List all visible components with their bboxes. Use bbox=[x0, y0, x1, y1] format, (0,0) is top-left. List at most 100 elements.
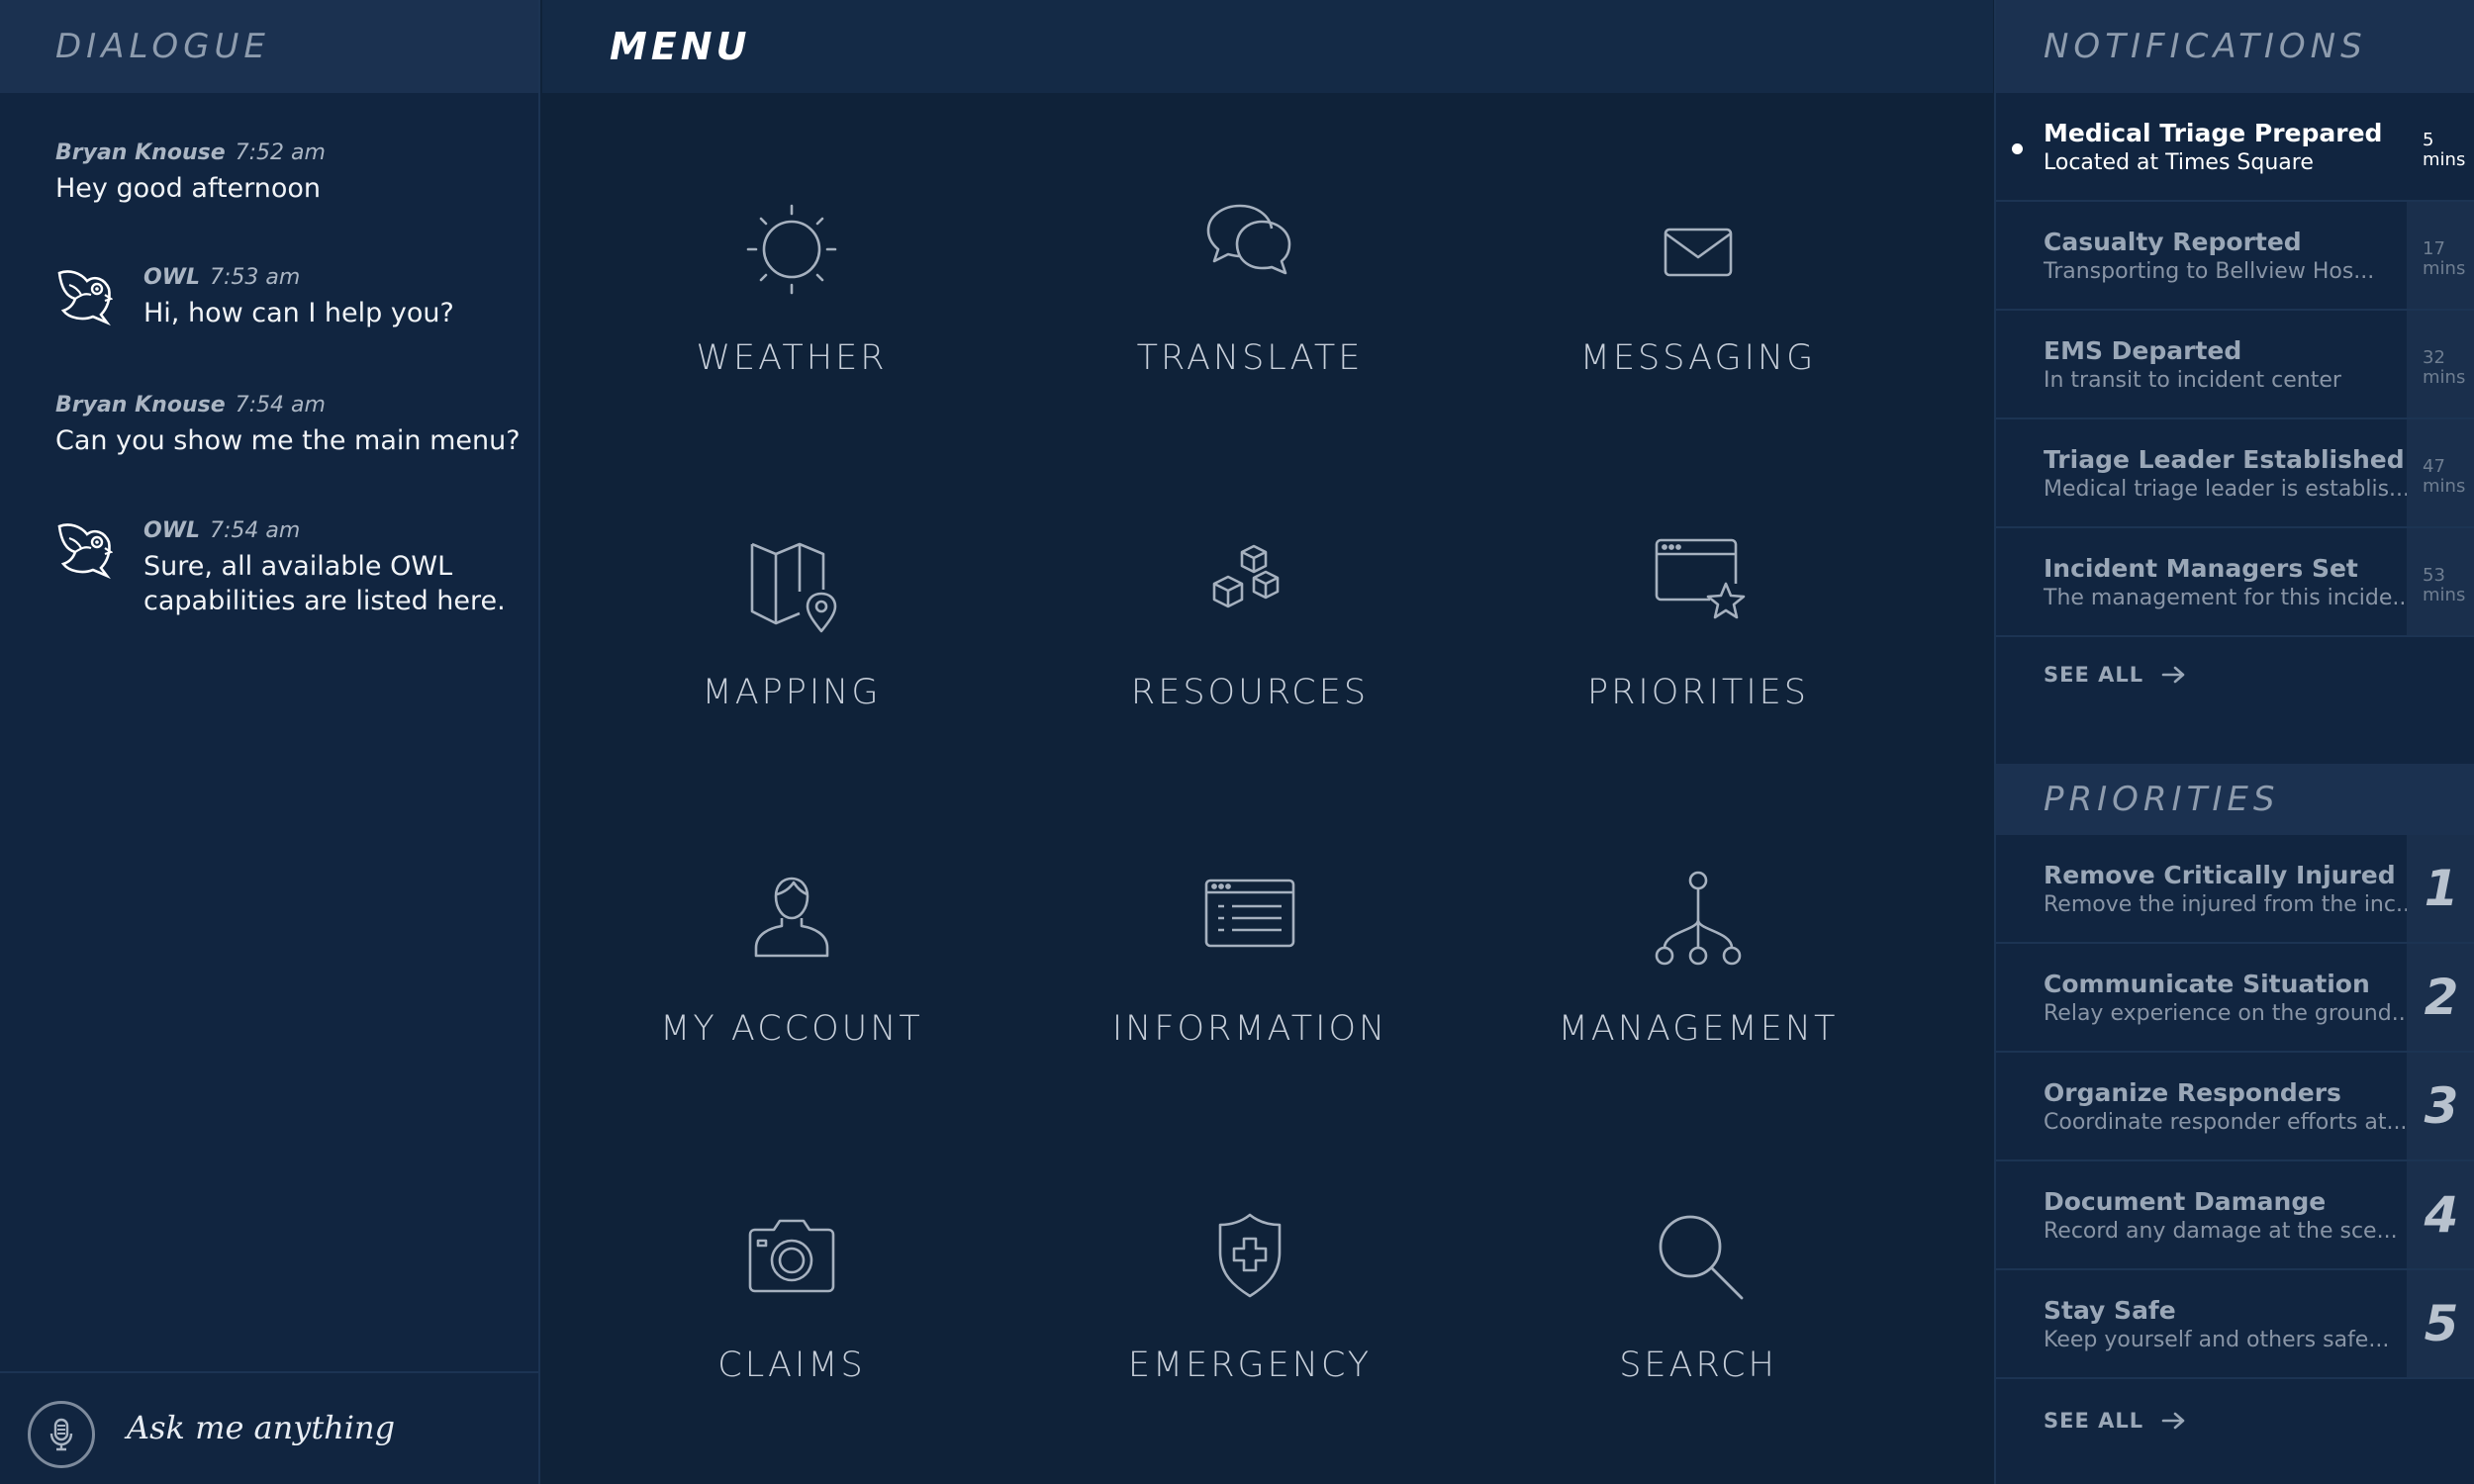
priority-subtitle: Relay experience on the ground... bbox=[2044, 1001, 2413, 1026]
owl-avatar-icon bbox=[57, 523, 113, 580]
notifications-see-all-link[interactable]: SEE ALL bbox=[2044, 663, 2187, 687]
notifications-header: NOTIFICATIONS bbox=[1996, 0, 2474, 93]
notifications-title: NOTIFICATIONS bbox=[2044, 27, 2367, 66]
menu-item-label: CLAIMS bbox=[717, 1345, 866, 1385]
menu-item-resources[interactable]: RESOURCES bbox=[1032, 534, 1468, 791]
notification-item[interactable]: Incident Managers Set The management for… bbox=[1996, 528, 2474, 637]
priority-title: Document Damange bbox=[2044, 1187, 2327, 1216]
priority-item[interactable]: Stay Safe Keep yourself and others safe.… bbox=[1996, 1270, 2474, 1379]
chat-message-bot: OWL 7:54 am Sure, all available OWL capab… bbox=[143, 518, 529, 618]
priority-rank: 5 bbox=[2407, 1270, 2474, 1377]
notification-time: 53 mins bbox=[2407, 528, 2474, 635]
chat-message-bot: OWL 7:53 am Hi, how can I help you? bbox=[143, 265, 529, 330]
notification-time: 17 mins bbox=[2407, 202, 2474, 309]
message-time: 7:54 am bbox=[235, 393, 326, 417]
notification-item[interactable]: Triage Leader Established Medical triage… bbox=[1996, 419, 2474, 528]
message-author: OWL bbox=[143, 518, 200, 543]
microphone-icon bbox=[49, 1418, 73, 1451]
envelope-icon bbox=[1664, 228, 1733, 277]
message-author: OWL bbox=[143, 265, 200, 290]
priority-subtitle: Coordinate responder efforts at... bbox=[2044, 1110, 2408, 1135]
message-text: Sure, all available OWL capabilities are… bbox=[143, 551, 506, 616]
arrow-right-icon bbox=[2161, 666, 2185, 684]
menu-item-label: INFORMATION bbox=[1111, 1009, 1388, 1049]
message-time: 7:53 am bbox=[210, 265, 301, 290]
menu-item-label: RESOURCES bbox=[1130, 673, 1370, 712]
menu-item-label: EMERGENCY bbox=[1127, 1345, 1373, 1385]
priority-item[interactable]: Organize Responders Coordinate responder… bbox=[1996, 1053, 2474, 1161]
map-pin-icon bbox=[750, 542, 837, 633]
menu-item-claims[interactable]: CLAIMS bbox=[574, 1207, 1009, 1464]
menu-item-weather[interactable]: WEATHER bbox=[574, 200, 1009, 457]
arrow-right-icon bbox=[2161, 1412, 2185, 1430]
priority-item[interactable]: Remove Critically Injured Remove the inj… bbox=[1996, 835, 2474, 944]
notification-time: 47 mins bbox=[2407, 419, 2474, 526]
priority-title: Communicate Situation bbox=[2044, 970, 2370, 998]
chat-message-user: Bryan Knouse 7:54 am Can you show me the … bbox=[55, 393, 530, 458]
priority-rank: 3 bbox=[2407, 1053, 2474, 1159]
menu-item-mapping[interactable]: MAPPING bbox=[574, 534, 1009, 791]
chat-bubbles-icon bbox=[1206, 204, 1291, 275]
unread-dot-icon bbox=[2012, 143, 2023, 154]
message-author: Bryan Knouse bbox=[55, 140, 226, 165]
priorities-title: PRIORITIES bbox=[2044, 780, 2280, 819]
priority-item[interactable]: Document Damange Record any damage at th… bbox=[1996, 1161, 2474, 1270]
priority-title: Stay Safe bbox=[2044, 1296, 2176, 1325]
notification-time: 5 mins bbox=[2407, 93, 2474, 200]
ask-input-bar[interactable]: Ask me anything bbox=[0, 1371, 538, 1484]
menu-item-information[interactable]: INFORMATION bbox=[1032, 871, 1468, 1128]
menu-header: MENU bbox=[542, 0, 1993, 93]
dialogue-header: DIALOGUE bbox=[0, 0, 538, 93]
menu-item-emergency[interactable]: EMERGENCY bbox=[1032, 1207, 1468, 1464]
sun-icon bbox=[746, 204, 837, 295]
search-icon bbox=[1659, 1215, 1744, 1300]
dialogue-title: DIALOGUE bbox=[55, 27, 270, 66]
notification-title: EMS Departed bbox=[2044, 336, 2242, 365]
notification-item[interactable]: EMS Departed In transit to incident cent… bbox=[1996, 311, 2474, 419]
menu-item-management[interactable]: MANAGEMENT bbox=[1480, 871, 1916, 1128]
menu-item-label: MY ACCOUNT bbox=[660, 1009, 923, 1049]
notification-item[interactable]: Casualty Reported Transporting to Bellvi… bbox=[1996, 202, 2474, 311]
ask-input[interactable]: Ask me anything bbox=[127, 1409, 395, 1446]
menu-item-priorities[interactable]: PRIORITIES bbox=[1480, 534, 1916, 791]
menu-item-search[interactable]: SEARCH bbox=[1480, 1207, 1916, 1464]
document-window-icon bbox=[1204, 879, 1295, 948]
window-star-icon bbox=[1655, 538, 1746, 619]
camera-icon bbox=[748, 1219, 835, 1293]
priority-subtitle: Remove the injured from the inc... bbox=[2044, 892, 2417, 917]
menu-item-label: SEARCH bbox=[1619, 1345, 1777, 1385]
menu-item-label: TRANSLATE bbox=[1136, 338, 1364, 378]
priority-rank: 4 bbox=[2407, 1161, 2474, 1268]
menu-item-label: MANAGEMENT bbox=[1558, 1009, 1839, 1049]
priority-subtitle: Record any damage at the sce... bbox=[2044, 1219, 2398, 1244]
message-time: 7:54 am bbox=[210, 518, 301, 543]
message-time: 7:52 am bbox=[235, 140, 326, 165]
menu-item-label: MESSAGING bbox=[1579, 338, 1817, 378]
chat-message-user: Bryan Knouse 7:52 am Hey good afternoon bbox=[55, 140, 530, 206]
menu-item-my-account[interactable]: MY ACCOUNT bbox=[574, 871, 1009, 1128]
notification-item[interactable]: Medical Triage Prepared Located at Times… bbox=[1996, 93, 2474, 202]
notification-subtitle: The management for this incide... bbox=[2044, 586, 2414, 610]
priority-item[interactable]: Communicate Situation Relay experience o… bbox=[1996, 944, 2474, 1053]
notification-title: Incident Managers Set bbox=[2044, 554, 2358, 583]
shield-cross-icon bbox=[1218, 1213, 1282, 1298]
priority-rank: 2 bbox=[2407, 944, 2474, 1051]
priorities-see-all-link[interactable]: SEE ALL bbox=[2044, 1409, 2187, 1433]
menu-item-label: MAPPING bbox=[702, 673, 882, 712]
message-author: Bryan Knouse bbox=[55, 393, 226, 417]
menu-item-messaging[interactable]: MESSAGING bbox=[1480, 200, 1916, 457]
message-text: Hi, how can I help you? bbox=[143, 298, 454, 328]
owl-avatar-icon bbox=[57, 270, 113, 326]
notification-time: 32 mins bbox=[2407, 311, 2474, 417]
notification-subtitle: Located at Times Square bbox=[2044, 150, 2314, 175]
notification-title: Casualty Reported bbox=[2044, 228, 2302, 256]
message-text: Can you show me the main menu? bbox=[55, 425, 521, 456]
hierarchy-icon bbox=[1655, 871, 1742, 966]
notification-title: Triage Leader Established bbox=[2044, 445, 2405, 474]
microphone-button[interactable] bbox=[28, 1401, 95, 1468]
message-text: Hey good afternoon bbox=[55, 173, 322, 204]
notification-subtitle: Medical triage leader is establis... bbox=[2044, 477, 2411, 502]
menu-item-translate[interactable]: TRANSLATE bbox=[1032, 200, 1468, 457]
notification-title: Medical Triage Prepared bbox=[2044, 119, 2383, 147]
notification-subtitle: Transporting to Bellview Hos... bbox=[2044, 259, 2375, 284]
